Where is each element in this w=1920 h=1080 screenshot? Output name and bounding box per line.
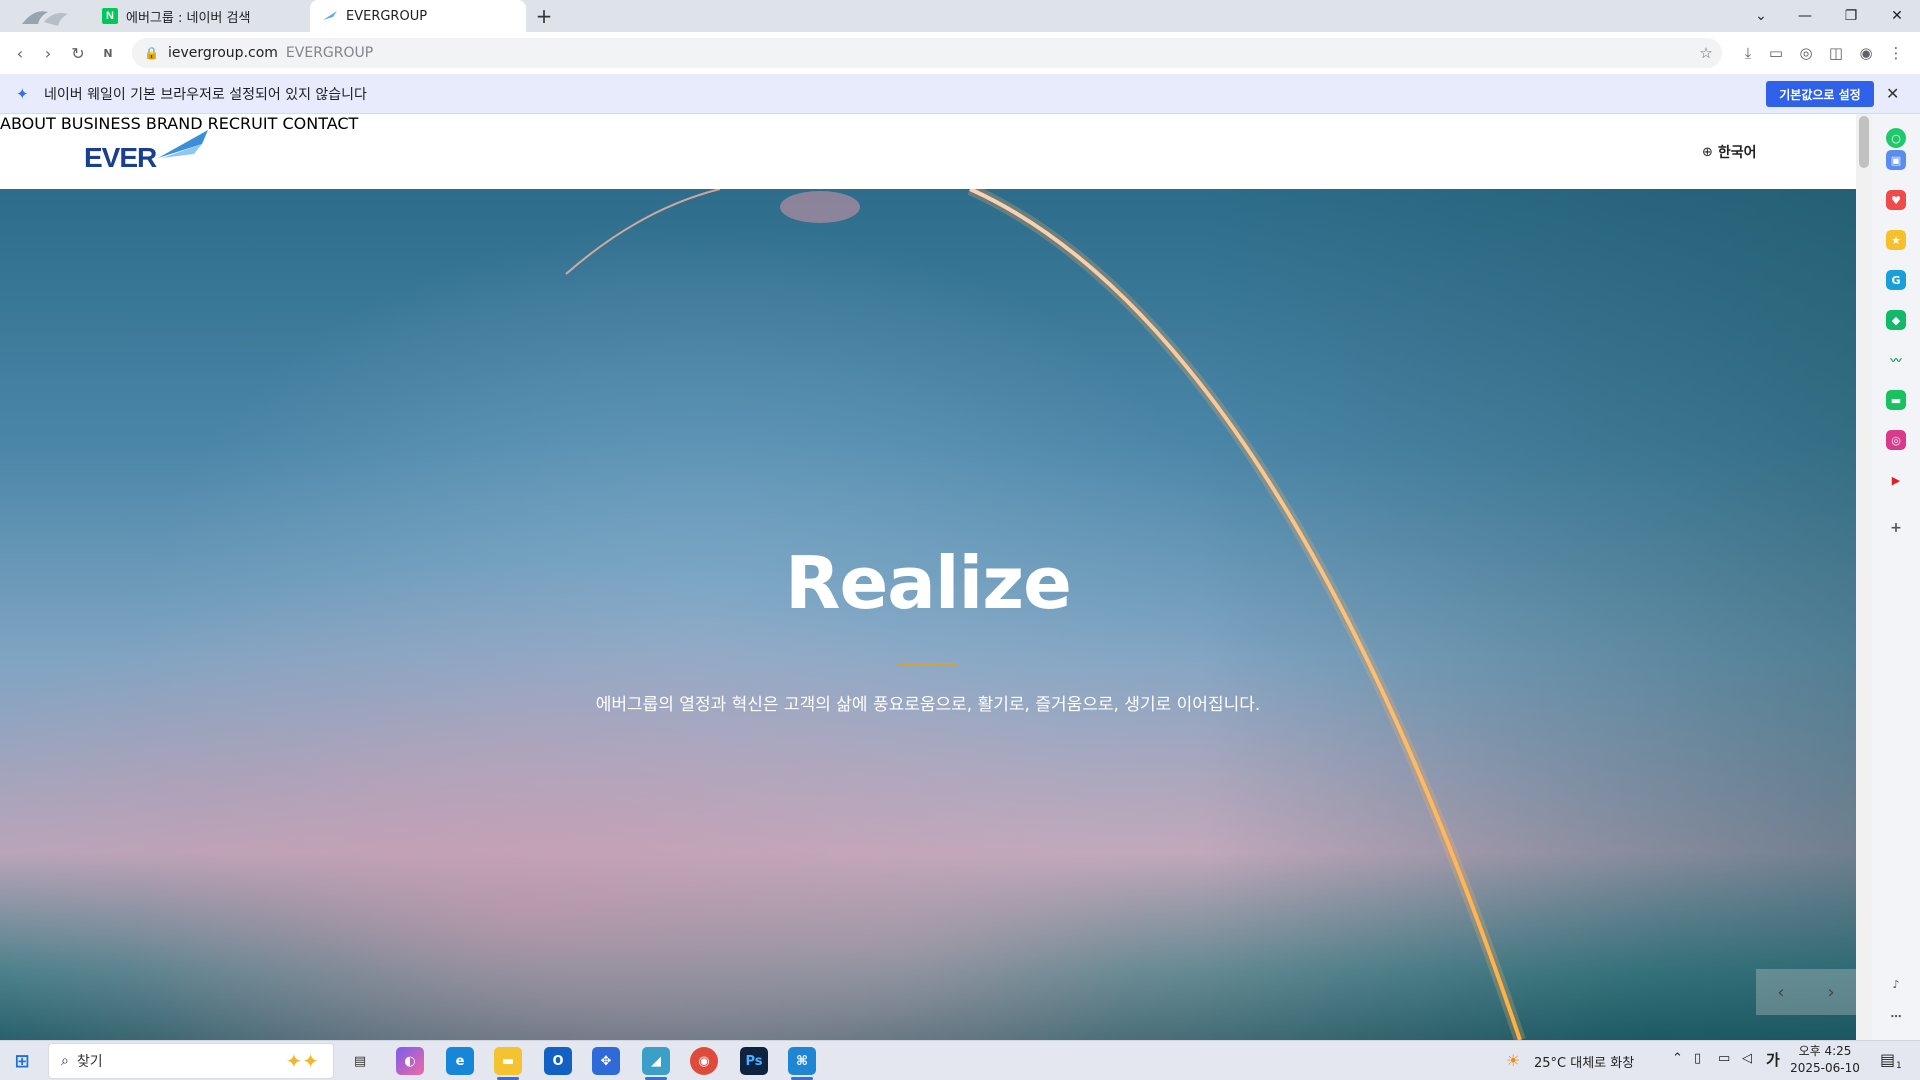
taskbar-clock[interactable]: 오후 4:25 2025-06-10 — [1790, 1043, 1860, 1077]
windows-taskbar: ⊞ ⌕ 찾기 ✦✦ ▤ ◐ e ▬ O ✥ ◢ ◉ Ps ⌘ ☀ 25°C 대체… — [0, 1040, 1920, 1080]
download-icon[interactable]: ⤓ — [1736, 41, 1760, 65]
new-tab-button[interactable]: + — [532, 4, 556, 28]
reload-button[interactable]: ↻ — [66, 41, 90, 65]
browser-toolbar: ‹ › ↻ N 🔒 ievergroup.com EVERGROUP ☆ ⤓ ▭… — [0, 32, 1920, 74]
vscode-app-icon[interactable]: ⌘ — [788, 1047, 816, 1075]
network-icon[interactable]: ▭ — [1718, 1051, 1730, 1066]
page-scrollbar[interactable] — [1856, 114, 1872, 1040]
logo-wing-icon — [158, 130, 208, 158]
chrome-app-icon[interactable]: ◉ — [690, 1047, 718, 1075]
screenshot-icon[interactable]: ◎ — [1794, 41, 1818, 65]
ime-indicator[interactable]: 가 — [1766, 1049, 1780, 1070]
tab-label: EVERGROUP — [346, 8, 428, 24]
address-bar[interactable]: 🔒 ievergroup.com EVERGROUP — [132, 38, 1722, 68]
sidebar-chat-icon[interactable]: ▬ — [1886, 390, 1906, 410]
sidebar-finance-icon[interactable]: 〰 — [1886, 350, 1906, 370]
weather-icon: ☀ — [1506, 1051, 1521, 1070]
tool-app-icon[interactable]: ✥ — [592, 1047, 620, 1075]
close-window-button[interactable]: ✕ — [1874, 0, 1920, 32]
notification-icon[interactable]: ▤ — [1880, 1050, 1895, 1069]
back-button[interactable]: ‹ — [8, 41, 32, 65]
sidebar-pocket-icon[interactable]: ♥ — [1886, 190, 1906, 210]
infobar-message: 네이버 웨일이 기본 브라우저로 설정되어 있지 않습니다 — [44, 86, 367, 103]
tab-naver-search[interactable]: N 에버그룹 : 네이버 검색 — [88, 0, 304, 32]
tab-label: 에버그룹 : 네이버 검색 — [126, 10, 251, 26]
sidebar-youtube-icon[interactable]: ▶ — [1886, 470, 1906, 490]
language-selector[interactable]: ⊕ 한국어 — [1702, 142, 1757, 162]
photoshop-app-icon[interactable]: Ps — [740, 1047, 768, 1075]
sidebar-add-icon[interactable]: + — [1886, 518, 1906, 538]
slide-prev-button[interactable]: ‹ — [1756, 969, 1806, 1015]
address-url: ievergroup.com — [168, 45, 278, 61]
ever-logo[interactable]: EVER — [84, 130, 224, 173]
tray-device-icon[interactable]: ▯ — [1694, 1051, 1701, 1066]
globe-icon: ⊕ — [1702, 144, 1713, 160]
tab-search-chevron-icon[interactable]: ⌄ — [1738, 0, 1784, 32]
site-header: EVER ABOUT BUSINESS BRAND RECRUIT CONTAC… — [0, 114, 1856, 189]
tab-evergroup[interactable]: EVERGROUP — [310, 0, 526, 32]
hero-title: Realize — [785, 541, 1072, 625]
volume-muted-icon[interactable]: ◁ — [1742, 1051, 1752, 1066]
taskbar-search-text: 찾기 — [76, 1054, 103, 1070]
sidebar-instagram-icon[interactable]: ◎ — [1886, 430, 1906, 450]
profile-icon[interactable]: ◉ — [1854, 41, 1878, 65]
tray-chevron-icon[interactable]: ⌃ — [1672, 1051, 1683, 1066]
hero-divider — [898, 663, 958, 665]
whale-browser-logo-icon — [22, 11, 68, 26]
whale-app-icon[interactable]: ◢ — [642, 1047, 670, 1075]
logo-text: EVER — [84, 142, 157, 173]
edge-app-icon[interactable]: e — [446, 1047, 474, 1075]
search-icon: ⌕ — [61, 1053, 69, 1069]
copilot-app-icon[interactable]: ◐ — [396, 1047, 424, 1075]
green-dot-icon[interactable]: ○ — [1886, 128, 1906, 148]
taskbar-search[interactable]: ⌕ 찾기 ✦✦ — [48, 1043, 334, 1079]
language-label: 한국어 — [1717, 145, 1757, 161]
default-browser-infobar: ✦ 네이버 웨일이 기본 브라우저로 설정되어 있지 않습니다 기본값으로 설정… — [0, 74, 1920, 114]
media-capture-icon[interactable]: ▭ — [1764, 41, 1788, 65]
web-content: EVER ABOUT BUSINESS BRAND RECRUIT CONTAC… — [0, 114, 1856, 1040]
slide-next-button[interactable]: › — [1806, 969, 1856, 1015]
outlook-app-icon[interactable]: O — [544, 1047, 572, 1075]
notification-count: 1 — [1896, 1061, 1902, 1071]
split-view-icon[interactable]: ◫ — [1824, 41, 1848, 65]
nav-about[interactable]: ABOUT — [0, 114, 56, 133]
task-view-icon[interactable]: ▤ — [346, 1047, 374, 1075]
sidebar-more-icon[interactable]: ⋯ — [1886, 1006, 1906, 1026]
clock-time: 오후 4:25 — [1798, 1044, 1852, 1058]
copilot-sparkle-icon: ✦✦ — [285, 1049, 319, 1073]
lock-icon: 🔒 — [144, 46, 159, 60]
forward-button[interactable]: › — [36, 41, 60, 65]
whale-sidebar: ○ ▣ ♥ ★ G ◆ 〰 ▬ ◎ ▶ + ♪ ⋯ — [1872, 114, 1920, 1040]
file-explorer-icon[interactable]: ▬ — [494, 1047, 522, 1075]
address-page-title: EVERGROUP — [285, 45, 374, 61]
sidebar-app-blue-icon[interactable]: ▣ — [1886, 150, 1906, 170]
windows-start-icon[interactable]: ⊞ — [8, 1047, 36, 1075]
menu-kebab-icon[interactable]: ⋮ — [1884, 41, 1908, 65]
clock-date: 2025-06-10 — [1790, 1061, 1860, 1075]
hero-subtitle: 에버그룹의 열정과 혁신은 고객의 삶에 풍요로움으로, 활기로, 즐거움으로,… — [595, 695, 1261, 715]
restore-button[interactable]: ❐ — [1828, 0, 1874, 32]
weather-text[interactable]: 25°C 대체로 화창 — [1534, 1052, 1634, 1071]
browser-tab-strip: N 에버그룹 : 네이버 검색 EVERGROUP + ⌄ — ❐ ✕ — [0, 0, 1920, 32]
sidebar-shopping-icon[interactable]: ◆ — [1886, 310, 1906, 330]
evergroup-icon — [322, 8, 338, 24]
bookmark-star-icon[interactable]: ☆ — [1694, 41, 1718, 65]
infobar-close-icon[interactable]: ✕ — [1886, 84, 1899, 103]
sidebar-bell-icon[interactable]: ♪ — [1886, 974, 1906, 994]
sidebar-favorites-icon[interactable]: ★ — [1886, 230, 1906, 250]
sidebar-translate-icon[interactable]: G — [1886, 270, 1906, 290]
set-default-button[interactable]: 기본값으로 설정 — [1766, 81, 1874, 107]
naver-icon: N — [102, 8, 118, 24]
naver-home-icon[interactable]: N — [96, 41, 120, 65]
scrollbar-thumb[interactable] — [1859, 116, 1869, 168]
minimize-button[interactable]: — — [1782, 0, 1828, 32]
hero-section: Realize 에버그룹의 열정과 혁신은 고객의 삶에 풍요로움으로, 활기로… — [0, 189, 1856, 1040]
nav-contact[interactable]: CONTACT — [282, 114, 358, 133]
whale-infobar-icon: ✦ — [16, 85, 29, 103]
